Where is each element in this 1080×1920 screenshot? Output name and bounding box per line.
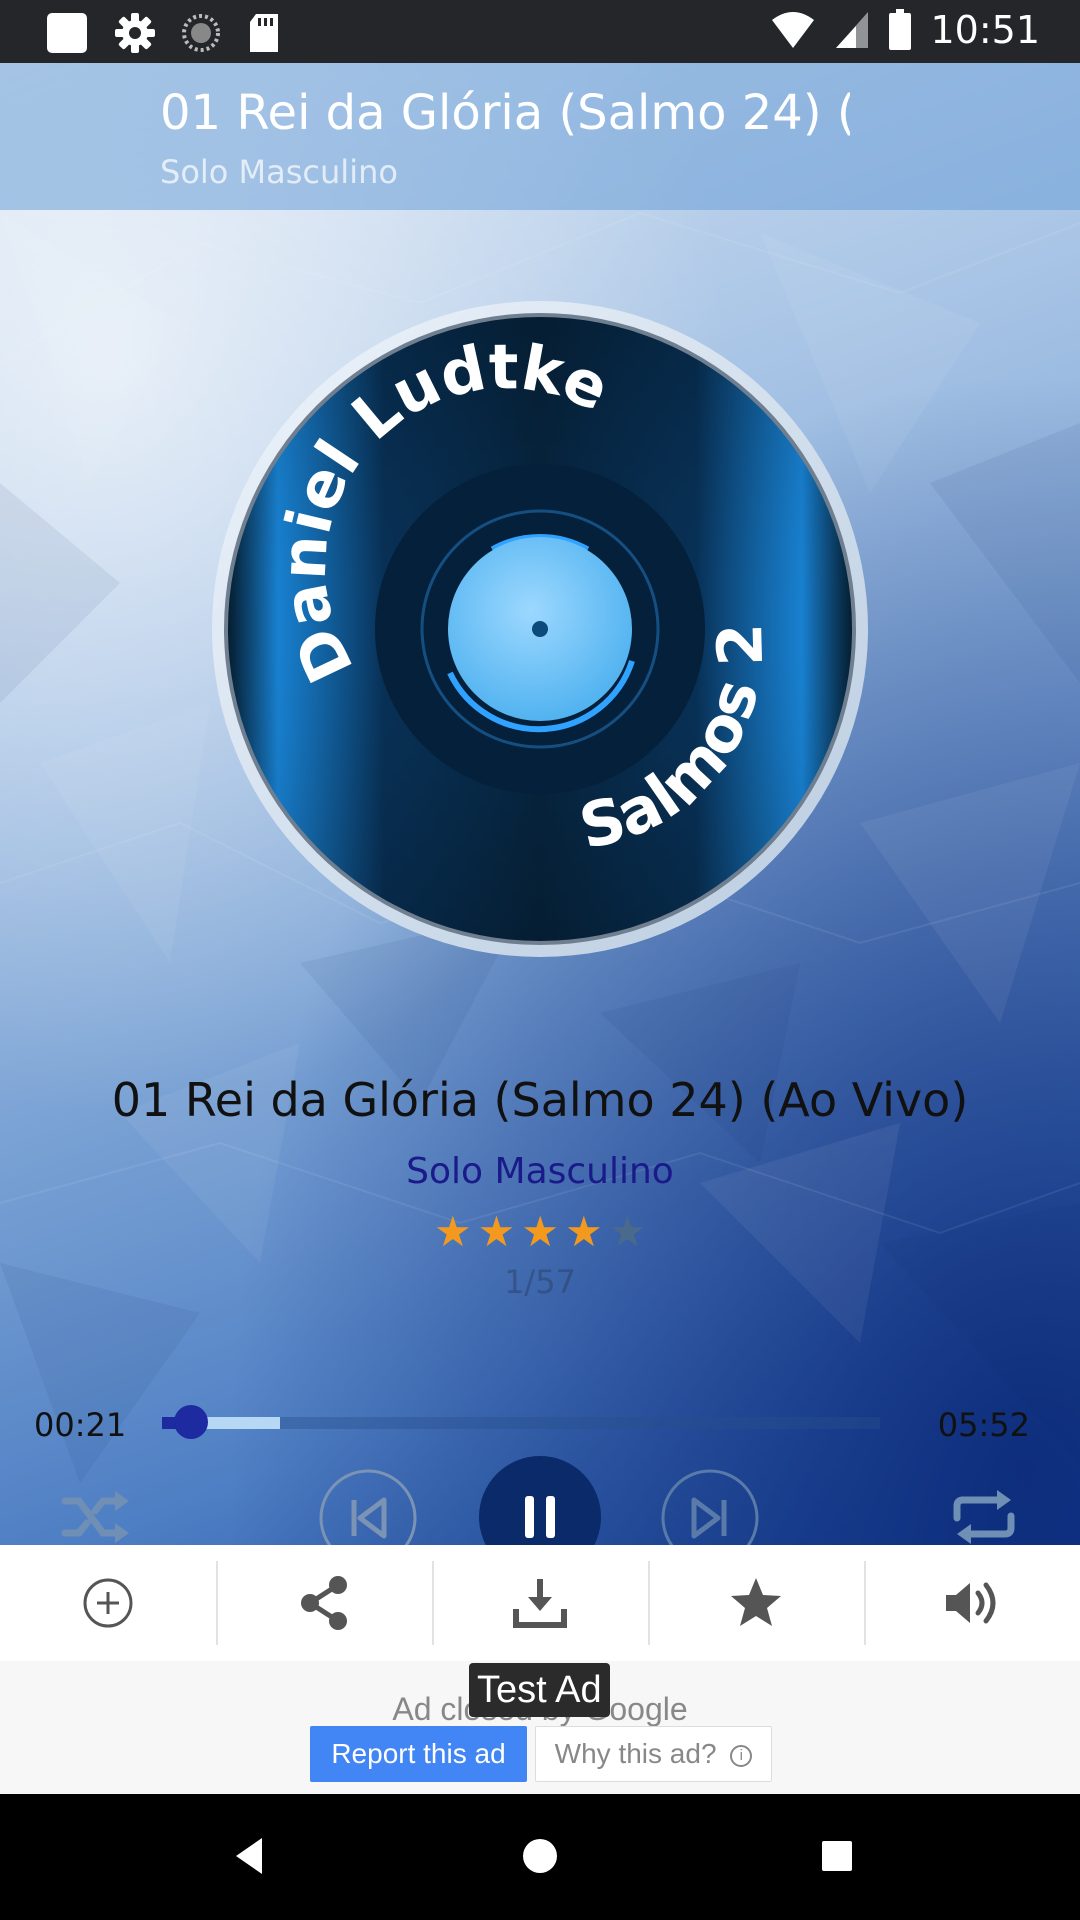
- rating-star[interactable]: ★: [434, 1211, 472, 1253]
- volume-button[interactable]: [864, 1545, 1080, 1661]
- action-bar: [0, 1545, 1080, 1661]
- settings-icon: [115, 13, 155, 53]
- current-time: 00:21: [34, 1406, 127, 1444]
- signal-icon: [836, 12, 869, 48]
- pause-icon: [525, 1496, 555, 1538]
- report-ad-button[interactable]: Report this ad: [310, 1726, 527, 1782]
- previous-button[interactable]: [318, 1468, 418, 1545]
- status-bar: 10:51: [0, 0, 1080, 63]
- add-to-playlist-icon: [83, 1578, 133, 1628]
- download-button[interactable]: [432, 1545, 648, 1661]
- rating-star[interactable]: ★: [478, 1211, 516, 1253]
- loading-icon: [182, 14, 220, 52]
- info-icon: i: [730, 1744, 753, 1767]
- repeat-button[interactable]: [948, 1481, 1020, 1545]
- share-icon: [301, 1576, 347, 1630]
- why-this-ad-button[interactable]: Why this ad? i: [535, 1726, 772, 1782]
- track-position: 1/57: [504, 1263, 576, 1301]
- repeat-icon: [953, 1490, 1015, 1544]
- share-button[interactable]: [216, 1545, 432, 1661]
- shuffle-button[interactable]: [58, 1481, 134, 1545]
- battery-icon: [889, 9, 912, 50]
- favorite-button[interactable]: [648, 1545, 864, 1661]
- recents-icon: [822, 1841, 852, 1871]
- rating-star[interactable]: ★: [565, 1211, 603, 1253]
- navigation-bar: [0, 1794, 1080, 1920]
- shuffle-icon: [61, 1491, 129, 1543]
- add-to-playlist-button[interactable]: [0, 1545, 216, 1661]
- ad-banner: Ad closed by Google Test Ad Report this …: [0, 1661, 1080, 1794]
- sd-card-icon: [250, 14, 278, 52]
- rating-star[interactable]: ★: [521, 1211, 559, 1253]
- rating-stars[interactable]: ★ ★ ★ ★ ★: [434, 1211, 646, 1253]
- next-button[interactable]: [660, 1468, 760, 1545]
- collapsed-header[interactable]: 01 Rei da Glória (Salmo 24) (Ao Vivo) So…: [0, 63, 1080, 210]
- back-button[interactable]: [222, 1826, 282, 1886]
- song-title: 01 Rei da Glória (Salmo 24) (Ao Vivo): [111, 1073, 969, 1127]
- seek-thumb[interactable]: [173, 1405, 208, 1439]
- player-screen: 01 Rei da Glória (Salmo 24) (Ao Vivo) So…: [0, 63, 1080, 1545]
- clock: 10:51: [930, 8, 1040, 52]
- home-button[interactable]: [510, 1826, 570, 1886]
- previous-icon: [319, 1469, 417, 1545]
- wifi-icon: [772, 12, 815, 48]
- favorite-icon: [731, 1578, 781, 1626]
- test-ad-label: Test Ad: [469, 1663, 610, 1717]
- recents-button[interactable]: [807, 1826, 867, 1886]
- rating-star[interactable]: ★: [609, 1211, 647, 1253]
- header-title: 01 Rei da Glória (Salmo 24) (Ao Vivo): [160, 85, 850, 141]
- total-time: 05:52: [937, 1406, 1030, 1444]
- back-icon: [236, 1838, 262, 1874]
- header-subtitle: Solo Masculino: [160, 153, 398, 191]
- artist-name[interactable]: Solo Masculino: [0, 1151, 1080, 1192]
- sim-card-icon: [47, 13, 87, 53]
- next-icon: [661, 1469, 759, 1545]
- album-art-disc: Daniel Ludtke Salmos 2: [212, 301, 868, 957]
- why-this-ad-label: Why this ad?: [554, 1738, 717, 1769]
- volume-icon: [946, 1582, 996, 1624]
- download-icon: [513, 1579, 567, 1628]
- home-icon: [523, 1839, 557, 1873]
- seek-bar[interactable]: [162, 1405, 880, 1439]
